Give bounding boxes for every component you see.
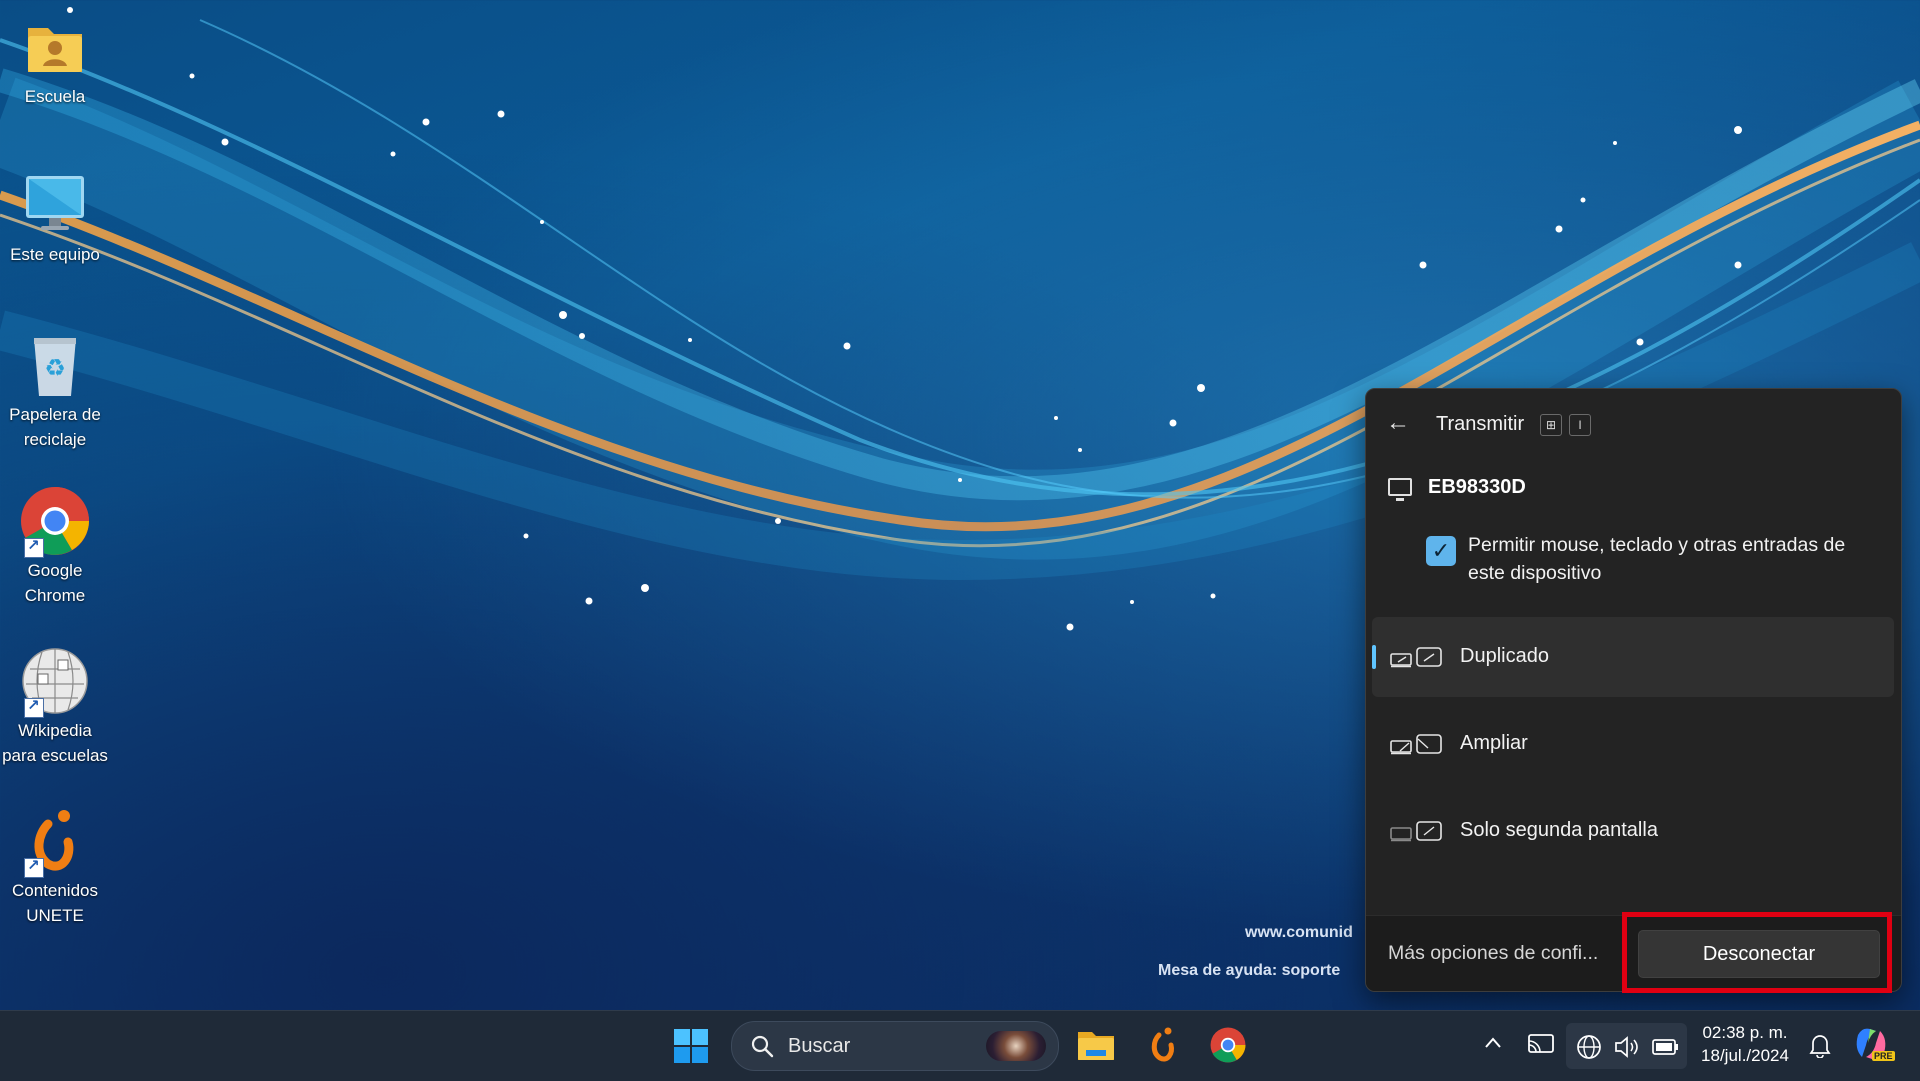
mode-label: Ampliar xyxy=(1460,732,1528,754)
desktop-icon-escuela[interactable]: Escuela xyxy=(0,10,110,109)
windows-key-hint-icon: ⊞ xyxy=(1540,414,1562,436)
clock-time: 02:38 p. m. xyxy=(1702,1023,1788,1042)
recycle-bin-icon: ♻ xyxy=(18,328,92,402)
extend-display-icon xyxy=(1390,734,1442,755)
disconnect-highlight-box xyxy=(1622,912,1892,993)
search-icon xyxy=(751,1035,774,1058)
allow-input-checkbox[interactable]: ✓ xyxy=(1426,536,1456,566)
selection-indicator xyxy=(1372,645,1376,669)
unete-icon[interactable] xyxy=(1150,1025,1176,1070)
wallpaper-helpdesk-text: Mesa de ayuda: soporte xyxy=(1158,962,1341,979)
start-icon[interactable] xyxy=(673,1028,709,1069)
battery-icon xyxy=(1652,1039,1678,1055)
desktop-icon-chrome[interactable]: Google Chrome xyxy=(0,484,110,608)
cast-panel-header: ← Transmitir ⊞ I xyxy=(1366,389,1901,459)
desktop-icon-label: Google Chrome xyxy=(24,561,86,605)
notification-icon[interactable] xyxy=(1808,1032,1832,1063)
mode-label: Duplicado xyxy=(1460,645,1549,667)
svg-text:♻: ♻ xyxy=(44,354,66,382)
taskbar-search-box[interactable]: Buscar xyxy=(731,1021,1059,1071)
desktop-icon-label: Este equipo xyxy=(10,245,100,264)
mode-ampliar[interactable]: Ampliar xyxy=(1372,704,1894,784)
file-explorer-icon[interactable] xyxy=(1076,1026,1116,1069)
chrome-icon xyxy=(18,484,92,558)
shortcut-arrow-icon xyxy=(24,856,44,878)
desktop-icon-papelera[interactable]: ♻ Papelera de reciclaje xyxy=(0,328,110,452)
i-key-hint: I xyxy=(1569,414,1591,436)
wallpaper-url-text: www.comunid xyxy=(1245,924,1353,941)
mode-solo-segunda-pantalla[interactable]: Solo segunda pantalla xyxy=(1372,791,1894,871)
copilot-badge: PRE xyxy=(1872,1051,1895,1061)
desktop-icon-unete[interactable]: Contenidos UNETE xyxy=(0,804,110,928)
clock-date: 18/jul./2024 xyxy=(1701,1046,1789,1065)
cast-panel-title: Transmitir xyxy=(1436,413,1525,435)
desktop-icon-label: Escuela xyxy=(24,87,86,106)
mode-duplicado[interactable]: Duplicado xyxy=(1372,617,1894,697)
user-folder-icon xyxy=(18,10,92,84)
monitor-icon xyxy=(1388,478,1412,501)
shortcut-arrow-icon xyxy=(24,536,44,558)
chevron-up-icon[interactable] xyxy=(1483,1033,1503,1059)
quick-settings-group[interactable] xyxy=(1566,1023,1687,1069)
desktop-icon-wikipedia[interactable]: Wikipedia para escuelas xyxy=(0,644,110,768)
desktop-icon-label: Papelera de reciclaje xyxy=(9,405,101,449)
network-icon xyxy=(1577,1035,1601,1059)
back-arrow-icon[interactable]: ← xyxy=(1386,411,1416,437)
mode-label: Solo segunda pantalla xyxy=(1460,819,1658,841)
device-name: EB98330D xyxy=(1428,476,1526,498)
unete-logo-icon xyxy=(18,804,92,878)
copilot-icon[interactable]: PRE xyxy=(1852,1025,1895,1067)
chrome-icon[interactable] xyxy=(1209,1026,1247,1069)
duplicate-display-icon xyxy=(1390,647,1442,668)
cast-panel: ← Transmitir ⊞ I EB98330D ✓ Permitir mou… xyxy=(1365,388,1902,992)
clock[interactable]: 02:38 p. m. 18/jul./2024 xyxy=(1690,1021,1800,1067)
allow-input-label: Permitir mouse, teclado y otras entradas… xyxy=(1468,534,1846,584)
more-settings-link[interactable]: Más opciones de confi... xyxy=(1388,942,1598,965)
search-highlight-image xyxy=(986,1031,1046,1061)
shortcut-arrow-icon xyxy=(24,696,44,718)
desktop-icon-label: Contenidos UNETE xyxy=(11,881,98,925)
wikipedia-globe-icon xyxy=(18,644,92,718)
cast-icon[interactable] xyxy=(1528,1033,1554,1060)
monitor-icon xyxy=(18,168,92,242)
second-screen-only-icon xyxy=(1390,821,1442,842)
desktop-icon-este-equipo[interactable]: Este equipo xyxy=(0,168,110,267)
search-placeholder: Buscar xyxy=(788,1035,851,1057)
volume-icon xyxy=(1615,1036,1638,1058)
taskbar: Buscar 02:38 p. m. 18/jul./2024 PRE xyxy=(0,1010,1920,1081)
desktop-icon-label: Wikipedia para escuelas xyxy=(2,721,108,765)
